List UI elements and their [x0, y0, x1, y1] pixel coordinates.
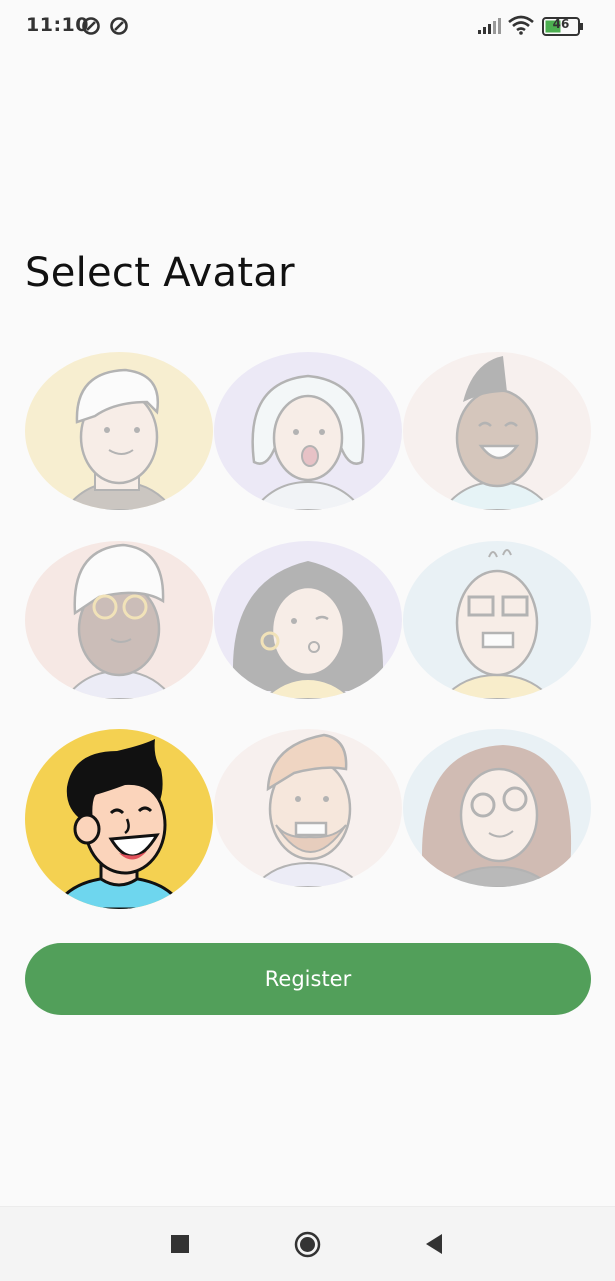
avatar-5[interactable] [214, 541, 402, 699]
avatar-grid [25, 352, 591, 912]
register-button[interactable]: Register [25, 943, 591, 1015]
avatar-3[interactable] [403, 352, 591, 510]
home-circle-icon[interactable] [294, 1231, 321, 1262]
avatar-6[interactable] [403, 541, 591, 699]
data-saver-icon [81, 16, 101, 40]
wifi-icon [508, 15, 534, 39]
avatar-1[interactable] [25, 352, 213, 510]
status-time: 11:10 [26, 14, 89, 36]
avatar-4[interactable] [25, 541, 213, 699]
avatar-9[interactable] [403, 729, 591, 887]
signal-icon [477, 17, 501, 39]
status-bar: 11:10 46 [0, 0, 615, 54]
system-nav-bar [0, 1206, 615, 1281]
battery-level: 46 [552, 17, 570, 31]
avatar-8[interactable] [214, 729, 402, 887]
data-saver-icon [109, 16, 129, 40]
back-triangle-icon[interactable] [424, 1233, 444, 1259]
avatar-2[interactable] [214, 352, 402, 510]
recents-square-icon[interactable] [171, 1235, 189, 1257]
page-title: Select Avatar [25, 250, 295, 296]
avatar-7-selected[interactable] [25, 729, 213, 909]
